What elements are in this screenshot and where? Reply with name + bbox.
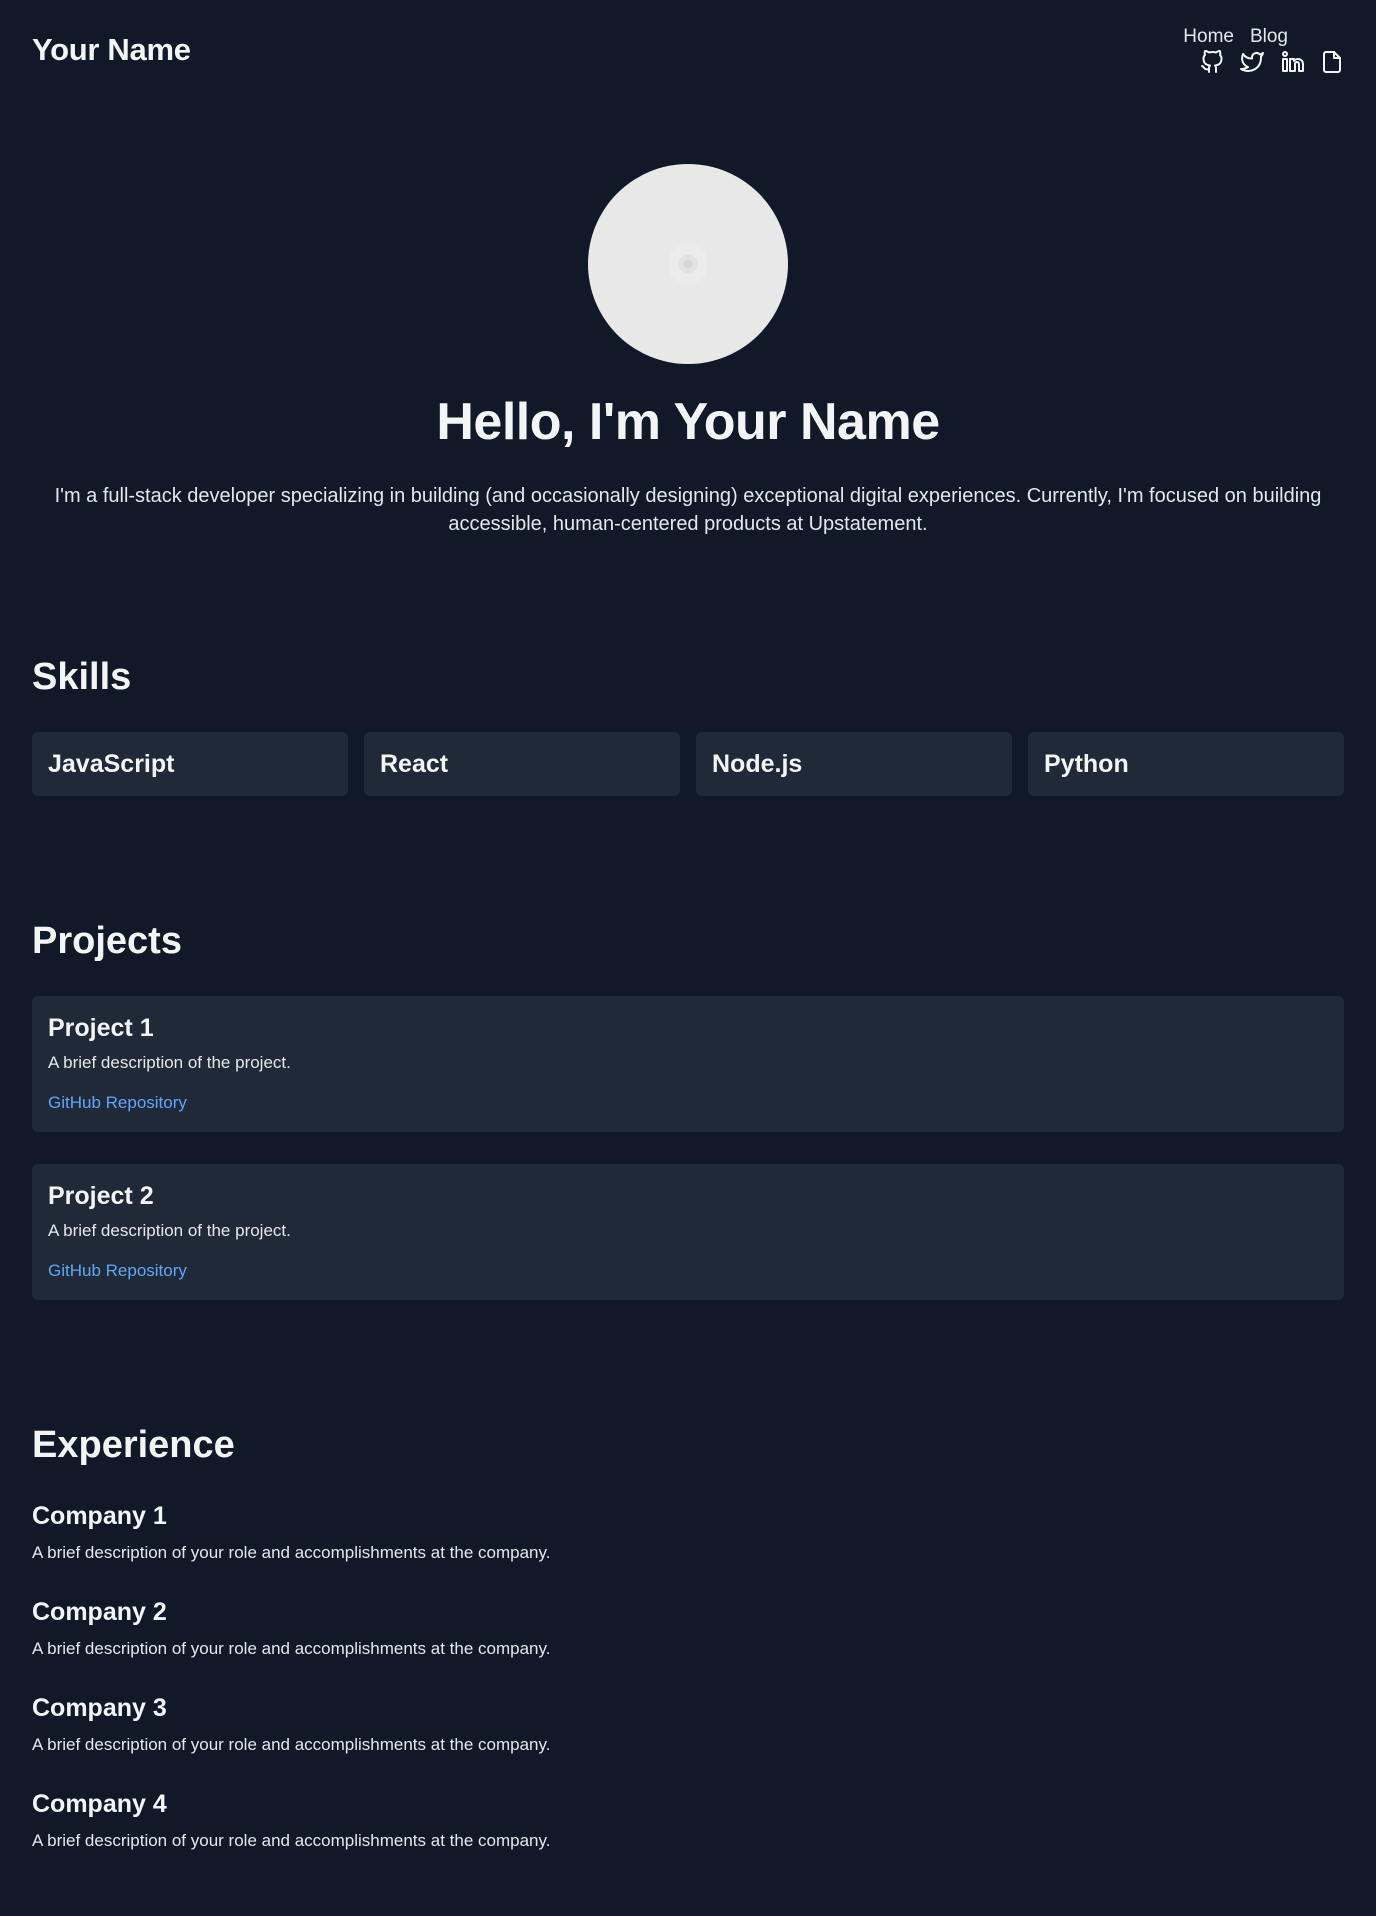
company-name: Company 3 — [32, 1694, 167, 1722]
avatar — [588, 164, 788, 364]
project-title: Project 1 — [48, 1014, 154, 1042]
resume-file-icon[interactable] — [1320, 50, 1344, 74]
image-placeholder-icon — [668, 244, 708, 284]
hero-bio: I'm a full-stack developer specializing … — [54, 485, 1322, 535]
skill-card: React — [364, 732, 680, 796]
site-header: Your Name Home Blog — [32, 0, 1344, 100]
experience-item: Company 4 A brief description of your ro… — [32, 1790, 550, 1851]
twitter-icon[interactable] — [1240, 50, 1264, 74]
hero-section: Hello, I'm Your Name I'm a full-stack de… — [0, 164, 1376, 538]
skills-grid: JavaScript React Node.js Python — [32, 732, 1344, 796]
skills-heading: Skills — [32, 656, 132, 698]
company-description: A brief description of your role and acc… — [32, 1639, 551, 1658]
company-name: Company 4 — [32, 1790, 167, 1818]
company-description: A brief description of your role and acc… — [32, 1831, 551, 1850]
experience-item: Company 2 A brief description of your ro… — [32, 1598, 550, 1659]
project-card: Project 1 A brief description of the pro… — [32, 996, 1344, 1132]
experience-item: Company 3 A brief description of your ro… — [32, 1694, 550, 1755]
github-repository-link[interactable]: GitHub Repository — [48, 1261, 187, 1281]
skill-card: Python — [1028, 732, 1344, 796]
company-name: Company 1 — [32, 1502, 167, 1530]
project-description: A brief description of the project. — [48, 1221, 291, 1240]
skill-card: JavaScript — [32, 732, 348, 796]
site-brand[interactable]: Your Name — [32, 32, 191, 68]
linkedin-icon[interactable] — [1280, 50, 1304, 74]
nav-home-link[interactable]: Home — [1183, 26, 1234, 48]
github-icon[interactable] — [1200, 49, 1224, 74]
experience-heading: Experience — [32, 1424, 235, 1466]
hero-title: Hello, I'm Your Name — [436, 393, 940, 451]
social-links — [1200, 49, 1344, 74]
company-description: A brief description of your role and acc… — [32, 1543, 551, 1562]
project-card: Project 2 A brief description of the pro… — [32, 1164, 1344, 1300]
project-title: Project 2 — [48, 1182, 154, 1210]
experience-item: Company 1 A brief description of your ro… — [32, 1502, 550, 1563]
company-name: Company 2 — [32, 1598, 167, 1626]
github-repository-link[interactable]: GitHub Repository — [48, 1093, 187, 1113]
top-nav: Home Blog — [1183, 26, 1288, 48]
project-description: A brief description of the project. — [48, 1053, 291, 1072]
company-description: A brief description of your role and acc… — [32, 1735, 551, 1754]
projects-heading: Projects — [32, 920, 182, 962]
skill-card: Node.js — [696, 732, 1012, 796]
nav-blog-link[interactable]: Blog — [1250, 26, 1288, 48]
